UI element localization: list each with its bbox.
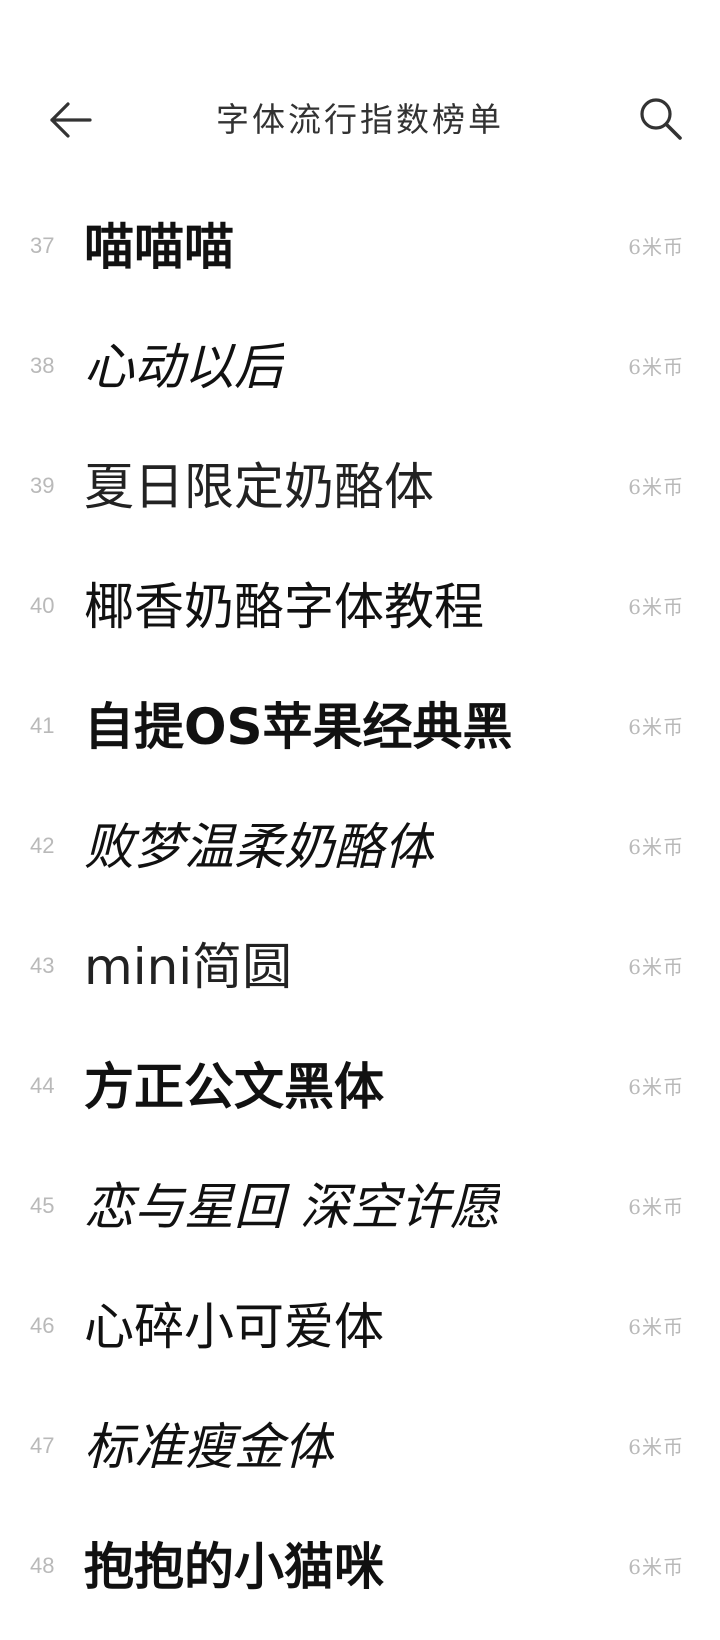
font-list-item[interactable]: 46 心碎小可爱体 6米币 (0, 1274, 720, 1394)
font-list-item[interactable]: 41 自提OS苹果经典黑 6米币 (0, 674, 720, 794)
rank-number: 38 (30, 353, 55, 378)
font-list-item[interactable]: 43 mini简圆 6米币 (0, 914, 720, 1034)
font-price: 6米币 (628, 235, 684, 259)
font-list-item[interactable]: 37 喵喵喵 6米币 (0, 194, 720, 314)
font-price: 6米币 (628, 955, 684, 979)
rank-number: 46 (30, 1313, 55, 1338)
font-price: 6米币 (628, 1555, 684, 1579)
rank-number: 44 (30, 1073, 55, 1098)
font-name: 椰香奶酪字体教程 (84, 578, 484, 636)
font-price: 6米币 (628, 1435, 684, 1459)
rank-number: 45 (30, 1193, 55, 1218)
font-price: 6米币 (628, 835, 684, 859)
rank-number: 37 (30, 233, 55, 258)
rank-number: 39 (30, 473, 55, 498)
rank-number: 40 (30, 593, 55, 618)
search-button[interactable] (636, 94, 686, 144)
font-list-item[interactable]: 40 椰香奶酪字体教程 6米币 (0, 554, 720, 674)
search-icon (640, 98, 682, 140)
font-name: 败梦温柔奶酪体 (84, 818, 434, 876)
rank-number: 41 (30, 713, 55, 738)
rank-number: 48 (30, 1553, 55, 1578)
font-price: 6米币 (628, 595, 684, 619)
font-ranking-list: 37 喵喵喵 6米币 38 心动以后 6米币 39 夏日限定奶酪体 6米币 40 椰香奶酪字体教程 6… (0, 194, 720, 1634)
top-bar: 字体流行指数榜单 (0, 80, 720, 160)
font-price: 6米币 (628, 475, 684, 499)
font-list-item[interactable]: 38 心动以后 6米币 (0, 314, 720, 434)
font-name: 方正公文黑体 (84, 1058, 384, 1116)
font-name: 自提OS苹果经典黑 (84, 698, 513, 756)
font-price: 6米币 (628, 1075, 684, 1099)
font-list-item[interactable]: 42 败梦温柔奶酪体 6米币 (0, 794, 720, 914)
font-name: mini简圆 (84, 938, 293, 996)
page-title: 字体流行指数榜单 (216, 100, 504, 139)
font-price: 6米币 (628, 1195, 684, 1219)
font-name: 喵喵喵 (84, 218, 234, 276)
rank-number: 43 (30, 953, 55, 978)
font-price: 6米币 (628, 355, 684, 379)
font-price: 6米币 (628, 715, 684, 739)
font-name: 标准瘦金体 (84, 1418, 334, 1476)
font-name: 抱抱的小猫咪 (84, 1538, 384, 1596)
rank-number: 47 (30, 1433, 55, 1458)
font-name: 恋与星回 深空许愿 (84, 1178, 500, 1236)
font-list-item[interactable]: 45 恋与星回 深空许愿 6米币 (0, 1154, 720, 1274)
font-name: 心动以后 (84, 338, 284, 396)
font-name: 心碎小可爱体 (84, 1298, 384, 1356)
font-list-item[interactable]: 44 方正公文黑体 6米币 (0, 1034, 720, 1154)
font-name: 夏日限定奶酪体 (84, 458, 434, 516)
font-list-item[interactable]: 48 抱抱的小猫咪 6米币 (0, 1514, 720, 1634)
font-list-item[interactable]: 39 夏日限定奶酪体 6米币 (0, 434, 720, 554)
font-price: 6米币 (628, 1315, 684, 1339)
rank-number: 42 (30, 833, 55, 858)
font-list-item[interactable]: 47 标准瘦金体 6米币 (0, 1394, 720, 1514)
